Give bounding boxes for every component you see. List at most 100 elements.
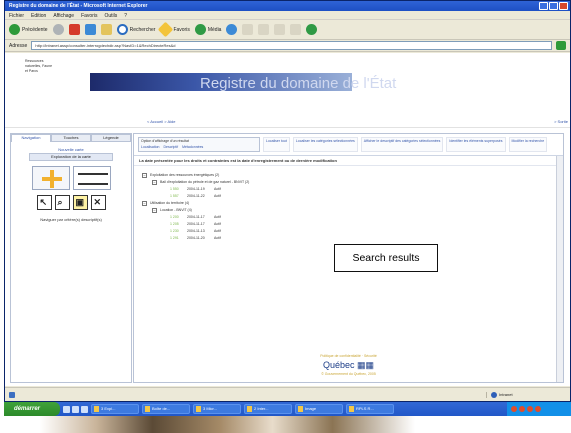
menu-favorites[interactable]: Favoris — [81, 13, 97, 19]
item-date: 2004-11-13 — [187, 229, 205, 233]
results-scrollbar[interactable] — [556, 156, 563, 382]
item-code[interactable]: 1 205 — [170, 221, 184, 228]
quebec-logo-text: Québec — [322, 360, 355, 370]
locate-selected-link[interactable]: Localiser les catégories sélectionnées — [292, 137, 358, 152]
select-tool[interactable]: ↖ — [36, 195, 52, 210]
taskbar-item[interactable]: 3 Micr... — [193, 404, 241, 414]
site-title: Registre du domaine de l'État — [200, 75, 397, 92]
item-code[interactable]: 1 557 — [170, 193, 184, 200]
display-mode-radios: Localisation Descriptif Métadonnées — [141, 145, 257, 149]
folder-button[interactable] — [290, 24, 302, 35]
taskbar-item[interactable]: Image — [295, 404, 343, 414]
refresh-button[interactable] — [84, 24, 96, 35]
window-title: Registre du domaine de l'État - Microsof… — [9, 3, 148, 9]
radio-metadonnees[interactable]: Métadonnées — [182, 145, 203, 149]
close-button[interactable] — [559, 2, 568, 10]
tray-icon[interactable] — [527, 406, 533, 412]
favorites-button[interactable]: Favoris — [158, 21, 190, 38]
stop-button[interactable] — [68, 24, 80, 35]
item-code[interactable]: 1 291 — [170, 235, 184, 242]
zoom-extent-tool[interactable] — [72, 166, 111, 190]
identify-overlap-link[interactable]: Identifier les éléments superposés — [446, 137, 506, 152]
tree-item[interactable]: 1 557 2004-11-22 Actif — [142, 193, 462, 200]
home-button[interactable] — [100, 24, 112, 35]
menu-view[interactable]: Affichage — [53, 13, 74, 19]
pan-tool[interactable] — [31, 166, 70, 190]
tree-item[interactable]: 1 291 2004-11-20 Actif — [142, 235, 462, 242]
tree-item[interactable]: 1 230 2004-11-13 Actif — [142, 228, 462, 235]
back-button[interactable]: Précédente — [9, 24, 48, 35]
menu-help[interactable]: ? — [124, 13, 127, 19]
taskbar-item[interactable]: RPLS R... — [346, 404, 394, 414]
edit-button[interactable] — [274, 24, 286, 35]
tree-category[interactable]: − Utilisation du territoire (4) — [142, 200, 462, 207]
pan-arrows-icon — [41, 170, 62, 188]
tree-item[interactable]: 1 205 2004-11-17 Actif — [142, 221, 462, 228]
locate-all-link[interactable]: Localiser tout — [263, 137, 290, 152]
collapse-icon[interactable]: − — [142, 201, 147, 206]
new-map-link[interactable]: Nouvelle carte — [31, 147, 111, 152]
radio-localisation[interactable]: Localisation — [141, 145, 159, 149]
back-arrow-icon — [9, 24, 20, 35]
taskbar-item[interactable]: 3 Expl... — [91, 404, 139, 414]
browser-icon[interactable] — [72, 405, 79, 413]
history-button[interactable] — [226, 24, 238, 35]
tray-icon[interactable] — [511, 406, 517, 412]
radio-descriptif[interactable]: Descriptif — [163, 145, 178, 149]
taskbar: démarrer 3 Expl... Boîte de... 3 Micr...… — [4, 402, 571, 416]
menu-edit[interactable]: Edition — [31, 13, 46, 19]
tree-subcategory[interactable]: − Location - BNVIT (4) — [142, 207, 462, 214]
print-button[interactable] — [258, 24, 270, 35]
item-date: 2004-11-22 — [187, 194, 205, 198]
go-button[interactable] — [556, 41, 566, 50]
collapse-icon[interactable]: − — [142, 173, 147, 178]
identify-tool[interactable]: ▣ — [72, 195, 88, 210]
collapse-icon[interactable]: − — [152, 180, 157, 185]
quebec-flag-icon: ▦▦ — [357, 360, 375, 370]
tree-subcategory[interactable]: − Bail d'exploitation du pétrole et de g… — [142, 179, 462, 186]
taskbar-item[interactable]: Boîte de... — [142, 404, 190, 414]
date-notice: La date présentée pour les droits et con… — [134, 156, 563, 166]
start-button[interactable]: démarrer — [4, 402, 60, 416]
tray-icon[interactable] — [535, 406, 541, 412]
forward-button[interactable] — [52, 24, 64, 35]
tree-item[interactable]: 1 200 2004-11-17 Actif — [142, 214, 462, 221]
magnifier-icon: ⌕ — [57, 197, 63, 207]
mail-icon[interactable] — [81, 405, 88, 413]
address-input[interactable]: http://intranet.assp/consulter-interrogd… — [31, 41, 552, 50]
media-label: Média — [207, 26, 222, 33]
exit-link[interactable]: > Sortie — [554, 119, 568, 124]
tab-navigation[interactable]: Navigation — [11, 134, 51, 142]
tray-icon[interactable] — [519, 406, 525, 412]
item-date: 2004-11-17 — [187, 215, 205, 219]
clear-tool[interactable]: ✕ — [90, 195, 106, 210]
menu-tools[interactable]: Outils — [104, 13, 117, 19]
taskbar-item[interactable]: 2 Inter... — [244, 404, 292, 414]
info-tool[interactable]: ⌕ — [54, 195, 70, 210]
window-controls — [539, 2, 568, 10]
minimize-button[interactable] — [539, 2, 548, 10]
modify-search-link[interactable]: Modifier la recherche — [508, 137, 548, 152]
tree-category[interactable]: − Exploitation des ressources énergétiqu… — [142, 172, 462, 179]
collapse-icon[interactable]: − — [152, 208, 157, 213]
desktop-icon[interactable] — [63, 405, 70, 413]
mail-button[interactable] — [242, 24, 254, 35]
show-descriptive-link[interactable]: Afficher le descriptif des catégories sé… — [360, 137, 444, 152]
window-titlebar[interactable]: Registre du domaine de l'État - Microsof… — [5, 1, 570, 11]
media-button[interactable]: Média — [194, 24, 222, 35]
tab-touches[interactable]: Touches — [51, 134, 91, 142]
tree-item[interactable]: 1 550 2004-11-19 Actif — [142, 186, 462, 193]
item-code[interactable]: 1 230 — [170, 228, 184, 235]
tab-legend[interactable]: Légende — [91, 134, 131, 142]
maximize-button[interactable] — [549, 2, 558, 10]
menu-file[interactable]: Fichier — [9, 13, 24, 19]
search-button[interactable]: Rechercher — [116, 24, 155, 35]
breadcrumb[interactable]: < Accueil > Aide — [147, 119, 175, 124]
copyright[interactable]: © Gouvernement du Québec, 2005 — [133, 372, 564, 376]
descriptive-search-link[interactable]: Naviguer par critère(s) descriptif(s) — [11, 217, 131, 222]
tree-subcategory-label: Location - BNVIT (4) — [160, 208, 192, 212]
item-code[interactable]: 1 200 — [170, 214, 184, 221]
item-code[interactable]: 1 550 — [170, 186, 184, 193]
footer-links[interactable]: Politique de confidentialité · Sécurité — [133, 354, 564, 358]
messenger-button[interactable] — [306, 24, 318, 35]
